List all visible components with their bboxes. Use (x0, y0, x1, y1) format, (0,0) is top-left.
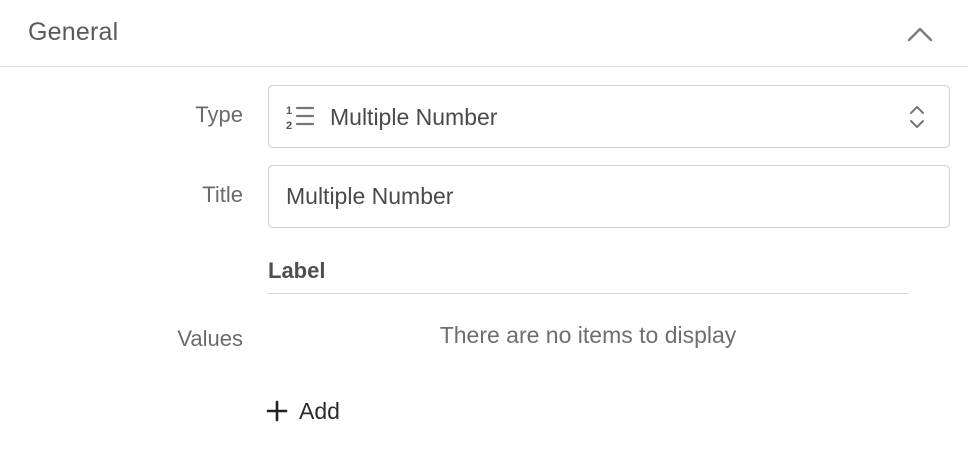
chevron-up-icon (907, 27, 933, 42)
add-label: Add (299, 397, 340, 424)
values-label: Values (177, 326, 243, 351)
svg-text:2: 2 (286, 120, 292, 131)
numbered-list-icon: 1 2 (286, 105, 315, 131)
up-down-chevron-icon (910, 106, 924, 128)
title-input[interactable] (268, 165, 950, 228)
add-value-button[interactable]: Add (266, 396, 340, 426)
values-table-header: Label (268, 257, 908, 294)
svg-text:1: 1 (286, 105, 292, 117)
title-label: Title (202, 182, 243, 207)
type-label: Type (195, 102, 243, 127)
label-column-header: Label (268, 258, 326, 283)
collapse-button[interactable] (900, 16, 940, 50)
section-title: General (28, 18, 119, 46)
type-select-value: Multiple Number (330, 104, 498, 130)
plus-icon (266, 400, 288, 422)
empty-state-message: There are no items to display (439, 322, 737, 348)
type-select[interactable]: 1 2 Multiple Number (268, 85, 950, 148)
section-header: General (0, 0, 968, 67)
